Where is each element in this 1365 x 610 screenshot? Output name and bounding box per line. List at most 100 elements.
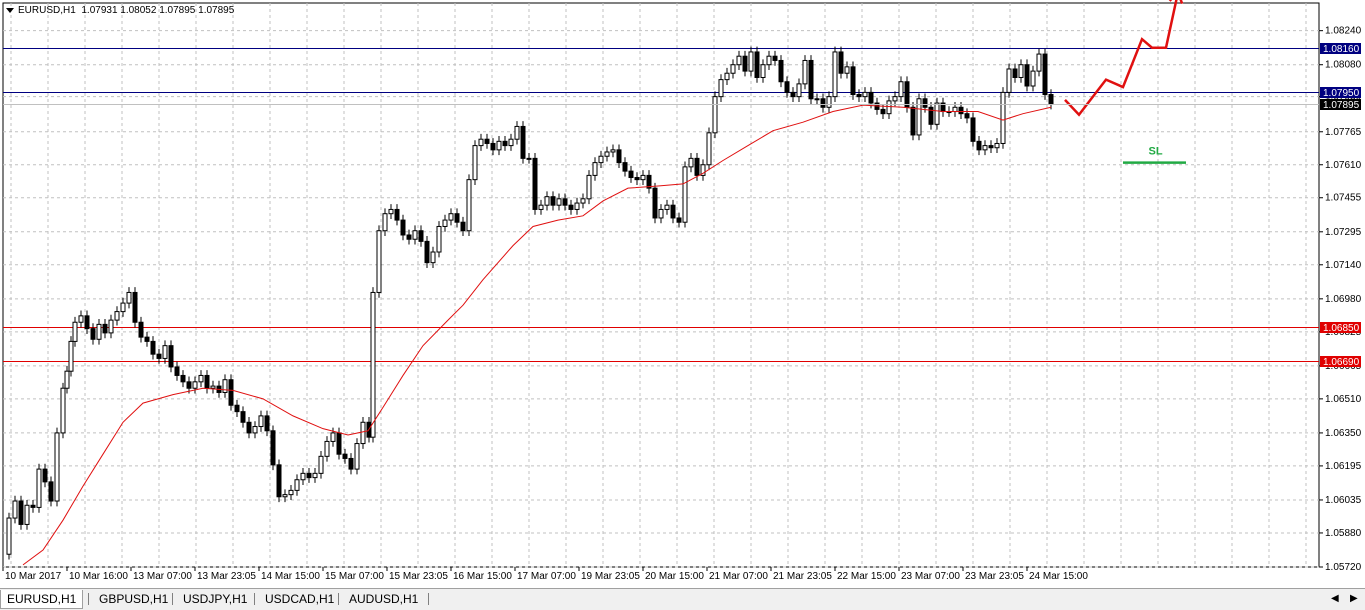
candle-body <box>120 302 126 313</box>
candle-body <box>168 345 174 368</box>
candle-body <box>400 219 406 236</box>
candle-body <box>628 170 634 179</box>
candle-body <box>472 145 478 181</box>
candle-body <box>204 374 210 389</box>
x-tick-label: 13 Mar 07:00 <box>133 571 192 582</box>
candle-body <box>430 251 436 264</box>
candle-body <box>580 198 586 204</box>
candle-body <box>192 381 198 389</box>
candle-body <box>288 489 294 496</box>
candle-body <box>850 66 856 96</box>
candle-body <box>712 96 718 134</box>
candle-body <box>868 91 874 104</box>
candle-body <box>282 494 288 498</box>
candle-body <box>664 204 670 210</box>
y-tick-label: 1.06035 <box>1325 495 1362 506</box>
candle-body <box>318 455 324 474</box>
candle-body <box>622 162 628 172</box>
candle-body <box>640 174 646 181</box>
candle-body <box>418 230 424 242</box>
candle-body <box>808 59 814 100</box>
candle-body <box>766 55 772 66</box>
tab-usdjpy[interactable]: USDJPY,H1 <box>177 590 253 608</box>
candle-body <box>138 321 144 338</box>
candle-body <box>264 415 270 432</box>
candle-body <box>78 315 84 323</box>
candle-body <box>1042 53 1048 96</box>
candle-body <box>436 225 442 253</box>
candle-body <box>360 421 366 445</box>
candle-body <box>910 106 916 136</box>
candle-body <box>96 323 102 340</box>
tab-audusd[interactable]: AUDUSD,H1 <box>343 590 424 608</box>
candle-body <box>484 138 490 144</box>
candle-body <box>616 149 622 164</box>
candle-body <box>634 177 640 181</box>
candle-body <box>844 66 850 74</box>
candle-body <box>892 96 898 102</box>
candle-body <box>1018 64 1024 78</box>
candle-body <box>502 140 508 147</box>
candle-body <box>1036 53 1042 72</box>
candle-body <box>460 221 466 232</box>
candle-body <box>742 55 748 72</box>
candle-body <box>520 125 526 159</box>
candle-body <box>478 138 484 147</box>
candle-body <box>682 166 688 223</box>
candle-body <box>330 432 336 442</box>
candle-body <box>694 157 700 176</box>
candle-body <box>592 162 598 176</box>
price-level-tag-label: 1.06850 <box>1323 323 1360 334</box>
chart-area[interactable]: SL 1.082401.080801.079301.077651.076101.… <box>0 0 1365 588</box>
candle-body <box>790 91 796 98</box>
candle-body <box>952 106 958 113</box>
candle-body <box>312 472 318 479</box>
candle-body <box>222 379 228 393</box>
y-tick-label: 1.07765 <box>1325 127 1362 138</box>
candle-body <box>604 151 610 157</box>
y-tick-label: 1.07295 <box>1325 227 1362 238</box>
scroll-right-icon[interactable]: ▶ <box>1350 593 1358 604</box>
candle-body <box>796 83 802 98</box>
candle-body <box>814 98 820 101</box>
candle-body <box>802 59 808 85</box>
candle-body <box>228 379 234 406</box>
candle-body <box>544 196 550 206</box>
candle-body <box>574 202 580 210</box>
candle-body <box>270 430 276 466</box>
candle-body <box>514 125 520 140</box>
candle-body <box>132 291 138 323</box>
candle-body <box>276 464 282 498</box>
x-tick-label: 19 Mar 23:05 <box>581 571 640 582</box>
candle-body <box>412 230 418 240</box>
candle-body <box>1048 94 1054 105</box>
candle-body <box>862 91 868 98</box>
x-tick-label: 21 Mar 07:00 <box>709 571 768 582</box>
price-level-tag-label: 1.07950 <box>1323 88 1360 99</box>
candle-body <box>748 51 754 72</box>
candle-body <box>6 517 12 555</box>
candle-body <box>1030 70 1036 87</box>
candle-body <box>258 415 264 428</box>
candle-body <box>772 55 778 61</box>
candle-body <box>736 55 742 66</box>
candle-body <box>556 198 562 206</box>
candle-body <box>532 157 538 210</box>
tab-gbpusd[interactable]: GBPUSD,H1 <box>93 590 174 608</box>
candle-body <box>718 79 724 98</box>
scroll-left-icon[interactable]: ◀ <box>1331 593 1339 604</box>
tab-usdcad[interactable]: USDCAD,H1 <box>259 590 340 608</box>
candle-body <box>210 385 216 389</box>
candle-body <box>12 500 18 519</box>
candle-body <box>294 479 300 491</box>
x-tick-label: 20 Mar 15:00 <box>645 571 704 582</box>
dropdown-triangle-icon[interactable] <box>6 7 14 13</box>
candle-body <box>240 411 246 423</box>
candle-body <box>354 443 360 470</box>
current-price-label: 1.07895 <box>1323 100 1360 111</box>
x-tick-label: 21 Mar 23:05 <box>773 571 832 582</box>
ohlc-values: 1.07931 1.08052 1.07895 1.07895 <box>81 5 235 16</box>
candle-body <box>958 106 964 115</box>
tab-eurusd[interactable]: EURUSD,H1 <box>0 590 84 609</box>
candle-body <box>60 387 66 434</box>
